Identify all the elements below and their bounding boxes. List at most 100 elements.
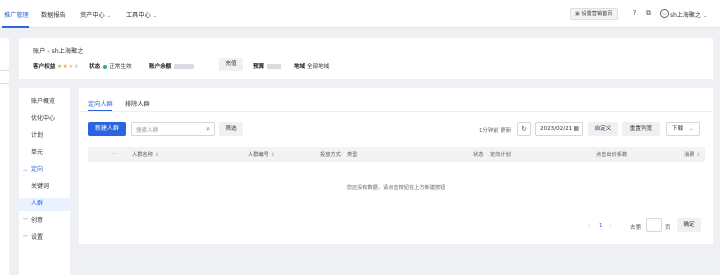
- status-dot-icon: [103, 64, 108, 69]
- homepage-icon: ▣: [575, 11, 580, 17]
- menu-unit[interactable]: 单元: [31, 147, 43, 156]
- download-button[interactable]: 下载 ⌄: [666, 122, 700, 136]
- chevron-up-icon: ︿: [23, 167, 29, 173]
- customize-button[interactable]: 自定义: [588, 122, 618, 136]
- recharge-button[interactable]: 充值: [219, 58, 243, 71]
- chevron-down-icon: ﹀: [23, 235, 29, 241]
- col-type: 类型: [347, 152, 358, 158]
- set-homepage-label: 设置营销首页: [581, 11, 613, 17]
- side-menu: 账户概览 优化中心 计划 单元 ︿ 定向 关键词 人群 ﹀ 创意 ﹀ 设置: [19, 88, 70, 275]
- tab-divider: [79, 111, 713, 112]
- copy-icon[interactable]: ⧉: [644, 9, 653, 18]
- table-header: — 人群名称 ⇕ 人群编号 ⇕ 投放方式 类型 状态 定向计划 点击出价系数 消费 ⇕: [88, 147, 705, 162]
- budget-label: 预算: [253, 64, 265, 70]
- left-collapsed-panel[interactable]: [0, 38, 9, 275]
- chevron-down-icon: ﹀: [23, 218, 29, 224]
- sort-icon: ⇕: [270, 153, 275, 158]
- top-nav: 推广管理 数据报告 资产中心 ⌄ 工具中心 ⌄ ▣ 设置营销首页 ? ⧉ ◡ sh上…: [0, 0, 720, 28]
- audience-search[interactable]: 搜索人群 ⌕: [131, 122, 215, 136]
- col-bid-coefficient: 点击出价系数: [596, 152, 628, 158]
- download-label: 下载: [672, 126, 684, 132]
- account-title: 账户 - sh上海聚之: [33, 48, 84, 55]
- chevron-down-icon: ⌄: [689, 126, 694, 132]
- menu-keywords[interactable]: 关键词: [31, 181, 49, 190]
- rights-label: 客户权益: [33, 64, 56, 70]
- calendar-icon: ▦: [573, 125, 579, 132]
- nav-tools-label: 工具中心: [126, 12, 151, 19]
- menu-group-targeting[interactable]: ︿ 定向: [23, 164, 43, 173]
- menu-creative-label: 创意: [31, 217, 44, 224]
- account-budget: 预算: [253, 62, 282, 70]
- panel-handle[interactable]: [0, 70, 9, 84]
- star-rating: ★★★★: [57, 64, 80, 70]
- goto-label: 去第: [630, 225, 642, 231]
- menu-group-creative[interactable]: ﹀ 创意: [23, 215, 43, 224]
- customer-rights: 客户权益 ★★★★: [33, 62, 79, 70]
- help-icon[interactable]: ?: [630, 9, 639, 18]
- sort-icon: ⇕: [696, 153, 701, 158]
- search-icon[interactable]: ⌕: [206, 125, 210, 134]
- col-audience-id-label: 人群编号: [248, 152, 269, 158]
- region-value: 全部地域: [306, 64, 330, 70]
- user-menu[interactable]: sh上海聚之 ⌄: [670, 10, 707, 19]
- nav-active-underline: [2, 26, 29, 28]
- col-cost[interactable]: 消费 ⇕: [684, 151, 700, 158]
- empty-state-message: 您还没有数据，请点击按钮在上方新建按钮: [346, 185, 446, 191]
- refresh-icon[interactable]: ↻: [517, 122, 531, 136]
- col-cost-label: 消费: [684, 152, 695, 158]
- menu-group-settings[interactable]: ﹀ 设置: [23, 232, 43, 241]
- page-unit-label: 页: [665, 225, 671, 231]
- col-target-plan: 定向计划: [490, 152, 511, 158]
- chevron-down-icon: ⌄: [106, 13, 111, 19]
- nav-promotion[interactable]: 推广管理: [4, 10, 29, 19]
- menu-settings-label: 设置: [31, 234, 44, 241]
- budget-hidden: [267, 64, 282, 69]
- main-panel: 定向人群 排除人群 新建人群 搜索人群 ⌕ 筛选 1分钟前 更新 ↻ 2023/…: [79, 88, 713, 244]
- search-input[interactable]: 搜索人群: [136, 126, 158, 134]
- col-audience-name[interactable]: 人群名称 ⇕: [132, 151, 159, 158]
- set-homepage-button[interactable]: ▣ 设置营销首页: [570, 8, 618, 20]
- status-label: 状态: [89, 64, 101, 70]
- balance-hidden: [174, 64, 195, 69]
- account-summary: 账户 - sh上海聚之 客户权益 ★★★★ 状态 正常生效 账户余额 充值 预算 …: [19, 38, 713, 79]
- balance-label: 账户余额: [149, 64, 172, 70]
- col-status: 状态: [473, 152, 484, 158]
- col-audience-name-label: 人群名称: [132, 152, 153, 158]
- nav-tools[interactable]: 工具中心 ⌄: [126, 10, 157, 19]
- chevron-down-icon: ⌄: [152, 13, 157, 19]
- col-audience-id[interactable]: 人群编号 ⇕: [248, 151, 275, 158]
- menu-optimization-center[interactable]: 优化中心: [31, 113, 55, 122]
- sort-icon: ⇕: [154, 153, 159, 158]
- menu-plan[interactable]: 计划: [31, 130, 43, 139]
- user-icon[interactable]: ◡: [660, 9, 669, 18]
- prev-page-icon[interactable]: ‹: [588, 223, 590, 229]
- nav-reports[interactable]: 数据报告: [41, 10, 66, 19]
- tab-target-audience[interactable]: 定向人群: [88, 99, 113, 108]
- confirm-page-button[interactable]: 确定: [677, 218, 701, 232]
- new-audience-button[interactable]: 新建人群: [88, 122, 126, 136]
- menu-audience[interactable]: 人群: [31, 198, 43, 207]
- col-delivery-method: 投放方式: [320, 152, 341, 158]
- date-value: 2023/02/21: [540, 126, 573, 132]
- page-number-current[interactable]: 1: [599, 223, 603, 229]
- reset-column-width-button[interactable]: 重置列宽: [622, 122, 660, 136]
- nav-assets-label: 资产中心: [80, 12, 105, 19]
- update-time: 1分钟前 更新: [479, 128, 512, 134]
- date-picker[interactable]: 2023/02/21 ▦: [535, 122, 583, 136]
- account-balance: 账户余额: [149, 62, 195, 70]
- tab-exclude-audience[interactable]: 排除人群: [125, 99, 150, 108]
- select-all-checkbox[interactable]: —: [112, 151, 117, 157]
- account-status: 状态 正常生效: [89, 62, 132, 70]
- chevron-down-icon: ⌄: [702, 13, 708, 19]
- account-region: 地域 全部地域: [294, 62, 329, 70]
- goto-page-input[interactable]: [646, 218, 662, 232]
- nav-assets[interactable]: 资产中心 ⌄: [80, 10, 111, 19]
- filter-button[interactable]: 筛选: [219, 122, 243, 136]
- region-label: 地域: [294, 64, 306, 70]
- menu-selection-highlight: [19, 198, 70, 211]
- user-name-label: sh上海聚之: [670, 12, 701, 19]
- menu-account-overview[interactable]: 账户概览: [31, 96, 55, 105]
- menu-targeting-label: 定向: [31, 166, 44, 173]
- status-value: 正常生效: [109, 64, 132, 70]
- next-page-icon[interactable]: ›: [609, 223, 611, 229]
